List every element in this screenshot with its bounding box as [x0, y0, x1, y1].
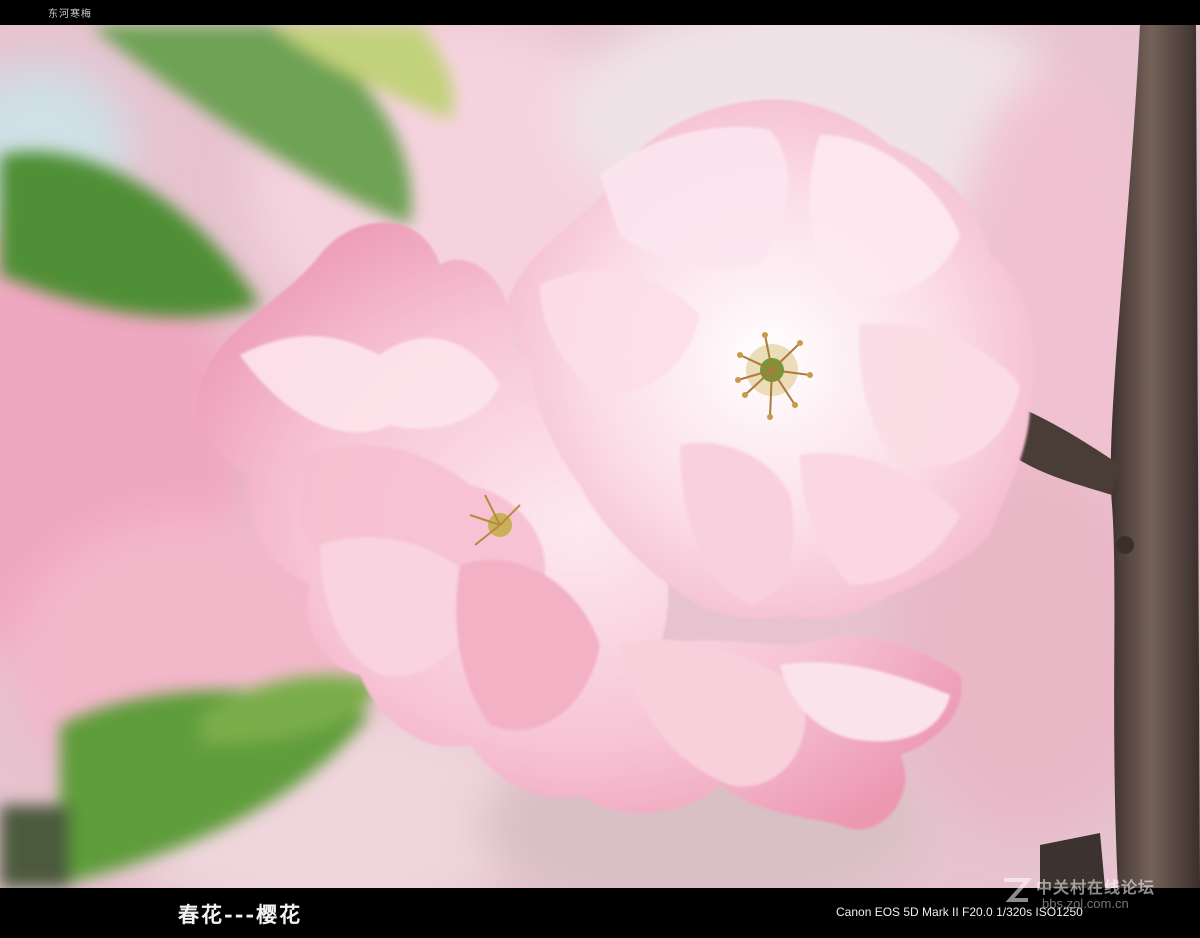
- cherry-blossom-photo: [0, 25, 1200, 888]
- top-bar: 东河寒梅: [0, 0, 1200, 24]
- header-caption: 东河寒梅: [48, 9, 92, 20]
- watermark-title: 中关村在线论坛: [1036, 878, 1156, 897]
- photo-title: 春花---樱花: [178, 902, 303, 927]
- zol-logo-icon: [1004, 878, 1032, 902]
- watermark-url: bbs.zol.com.cn: [1042, 896, 1129, 911]
- photo: [0, 25, 1200, 888]
- watermark: 中关村在线论坛 bbs.zol.com.cn: [998, 872, 1188, 912]
